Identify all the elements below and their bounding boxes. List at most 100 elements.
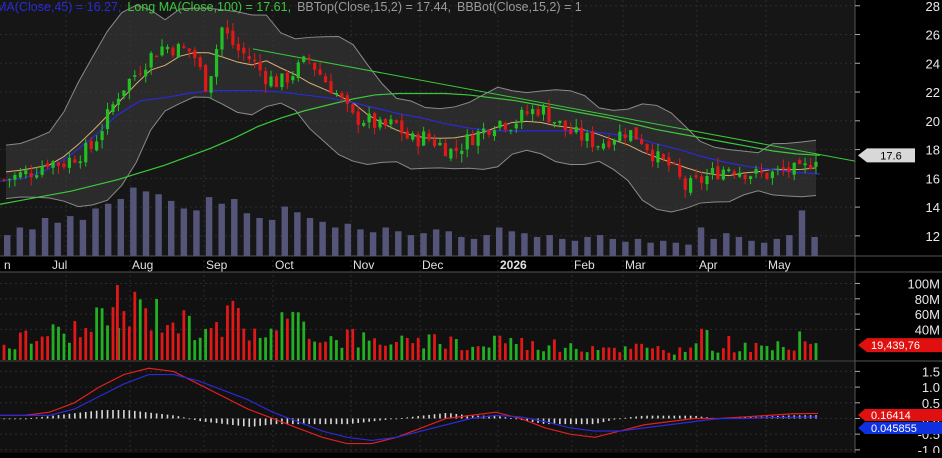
candle-body — [465, 134, 469, 150]
overlay-volume-bar — [786, 235, 793, 256]
macd-histogram-bar — [106, 410, 109, 419]
volume-bar — [667, 352, 671, 360]
macd-histogram-bar — [117, 410, 120, 419]
volume-bar — [160, 332, 164, 360]
volume-bar — [656, 346, 660, 360]
overlay-volume-bar — [609, 238, 616, 256]
volume-bar — [2, 344, 6, 360]
overlay-volume-bar — [483, 235, 490, 256]
macd-histogram-bar — [422, 415, 425, 419]
candle-body — [798, 160, 802, 164]
volume-bar — [155, 299, 158, 360]
volume-bar — [394, 341, 398, 360]
candle-body — [95, 141, 99, 151]
overlay-volume-bar — [306, 218, 314, 256]
candle-body — [596, 146, 600, 148]
overlay-volume-bar — [798, 210, 806, 256]
candle-body — [416, 134, 420, 147]
volume-bar — [182, 310, 186, 360]
volume-bar — [585, 352, 589, 360]
macd-histogram-bar — [270, 418, 272, 425]
candle-body — [438, 142, 442, 146]
price-tick-label: 28 — [926, 0, 940, 14]
volume-bar — [531, 341, 535, 360]
volume-bar — [258, 337, 262, 360]
volume-bar — [373, 338, 376, 360]
candle-body — [454, 147, 458, 152]
overlay-volume-bar — [697, 227, 705, 256]
candle-body — [471, 135, 475, 146]
macd-histogram-bar — [24, 418, 27, 420]
volume-bar — [749, 351, 753, 360]
macd-histogram-bar — [155, 413, 158, 419]
volume-bar — [275, 330, 278, 360]
macd-histogram-bar — [166, 414, 169, 419]
legend-item: BBBot(Close,15,2) = 1 — [457, 0, 582, 14]
overlay-volume-bar — [294, 212, 301, 256]
candle-body — [498, 120, 502, 128]
macd-histogram-bar — [569, 418, 572, 425]
candle-body — [765, 172, 769, 179]
volume-bar — [569, 343, 573, 360]
volume-bar — [138, 299, 142, 360]
x-axis-label: Feb — [574, 258, 595, 272]
overlay-volume-bar — [142, 191, 150, 256]
overlay-volume-bar — [748, 240, 755, 256]
volume-bar — [62, 333, 66, 360]
volume-bar — [640, 343, 644, 360]
macd-histogram-bar — [74, 413, 76, 419]
macd-histogram-bar — [139, 411, 142, 419]
volume-bar — [798, 331, 802, 360]
macd-histogram-bar — [602, 418, 605, 423]
overlay-volume-bar — [357, 229, 364, 256]
x-axis-label: n — [4, 258, 11, 272]
macd-histogram-bar — [90, 411, 92, 419]
macd-histogram-bar — [559, 418, 561, 425]
candle-body — [618, 131, 622, 142]
candle-body — [367, 113, 371, 123]
volume-bar — [683, 351, 687, 360]
candle-body — [481, 128, 486, 134]
volume-bar — [187, 315, 191, 360]
volume-bar — [623, 346, 627, 360]
volume-bar — [580, 351, 584, 360]
overlay-volume-bar — [193, 210, 200, 256]
candle-body — [563, 120, 567, 130]
volume-bar — [602, 347, 605, 360]
candle-body — [35, 175, 39, 178]
volume-bar — [787, 349, 791, 360]
volume-bar — [280, 312, 284, 360]
price-tick-label: 12 — [926, 229, 940, 244]
macd-histogram-bar — [624, 417, 627, 419]
candle-body — [182, 46, 186, 48]
volume-bar — [367, 340, 371, 360]
candle-body — [629, 130, 633, 141]
candle-body — [165, 46, 170, 50]
candle-body — [334, 93, 339, 95]
overlay-volume-bar — [559, 238, 566, 256]
overlay-volume-bar — [672, 242, 680, 256]
macd-histogram-bar — [226, 418, 229, 425]
macd-histogram-bar — [395, 418, 398, 420]
volume-bar — [307, 338, 311, 360]
overlay-volume-bar — [382, 227, 389, 256]
macd-histogram-bar — [324, 418, 327, 425]
volume-bar — [591, 346, 594, 360]
overlay-volume-bar — [571, 240, 579, 256]
overlay-volume-bar — [54, 222, 61, 256]
macd-histogram-bar — [613, 418, 616, 420]
macd-histogram-bar — [368, 418, 370, 422]
volume-bar — [236, 307, 240, 360]
volume-bar — [340, 347, 344, 360]
candle-body — [776, 168, 780, 170]
candle-body — [45, 163, 50, 167]
volume-bar — [612, 347, 616, 360]
macd-histogram-bar — [52, 415, 54, 419]
candle-body — [89, 140, 93, 149]
candle-body — [18, 172, 22, 178]
macd-histogram-bar — [580, 418, 583, 425]
candle-body — [689, 178, 693, 193]
macd-histogram-bar — [335, 418, 338, 425]
macd-histogram-bar — [221, 418, 223, 424]
candle-body — [231, 30, 235, 45]
